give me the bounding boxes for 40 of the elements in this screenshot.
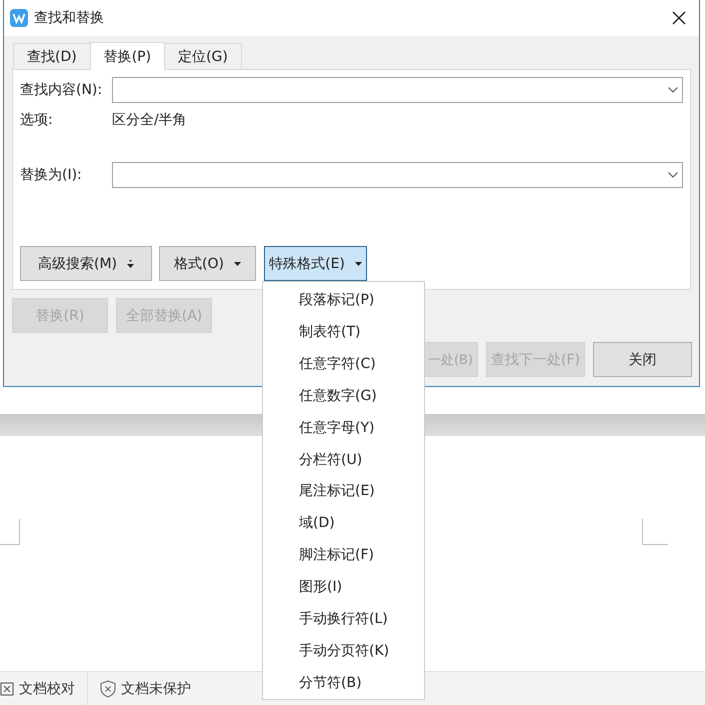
status-item[interactable]: 文档校对 (19, 680, 75, 698)
more-icon (127, 260, 134, 268)
field-label: 替换为(I): (20, 166, 83, 184)
menu-item[interactable]: 域(D) (299, 514, 335, 532)
options-value: 区分全/半角 (112, 110, 187, 128)
app-logo-icon (10, 9, 28, 27)
find-field[interactable] (112, 76, 683, 102)
x-box-icon (0, 682, 14, 696)
menu-item[interactable]: 尾注标记(E) (299, 482, 375, 500)
menu-item[interactable]: 图形(I) (299, 578, 342, 596)
tab[interactable]: 查找(D) (13, 43, 91, 69)
replace-field[interactable] (112, 162, 683, 188)
shield-icon (100, 680, 116, 698)
format-button[interactable]: 高级搜索(M) (20, 246, 152, 281)
menu-item[interactable]: 脚注标记(F) (299, 546, 374, 564)
menu-item[interactable]: 任意字符(C) (299, 354, 376, 373)
menu-item[interactable]: 手动换行符(L) (299, 610, 388, 628)
options-label: 选项: (20, 110, 54, 128)
action-button[interactable]: 关闭 (593, 342, 692, 377)
chevron-down-icon (668, 172, 678, 178)
menu-item[interactable]: 分栏符(U) (299, 450, 362, 469)
menu-item[interactable]: 任意数字(G) (299, 386, 377, 405)
format-button[interactable]: 特殊格式(E) (264, 246, 367, 281)
tab[interactable]: 定位(G) (164, 43, 242, 69)
caret-icon (234, 262, 241, 266)
status-item[interactable]: 文档未保护 (121, 680, 191, 698)
caret-icon (354, 262, 362, 266)
menu-item[interactable]: 分节符(B) (299, 674, 362, 692)
format-button[interactable]: 格式(O) (159, 246, 256, 281)
window-title: 查找和替换 (34, 9, 105, 27)
chevron-down-icon (668, 86, 678, 92)
menu-item[interactable]: 制表符(T) (299, 322, 360, 341)
menu-item[interactable]: 手动分页符(K) (299, 642, 390, 660)
field-label: 查找内容(N): (20, 80, 104, 98)
close-icon[interactable] (672, 11, 686, 25)
margin-mark (0, 519, 20, 545)
menu-item[interactable]: 任意字母(Y) (299, 418, 374, 437)
tab[interactable]: 替换(P) (90, 42, 166, 70)
margin-mark (642, 519, 668, 545)
menu-item[interactable]: 段落标记(P) (299, 290, 374, 309)
